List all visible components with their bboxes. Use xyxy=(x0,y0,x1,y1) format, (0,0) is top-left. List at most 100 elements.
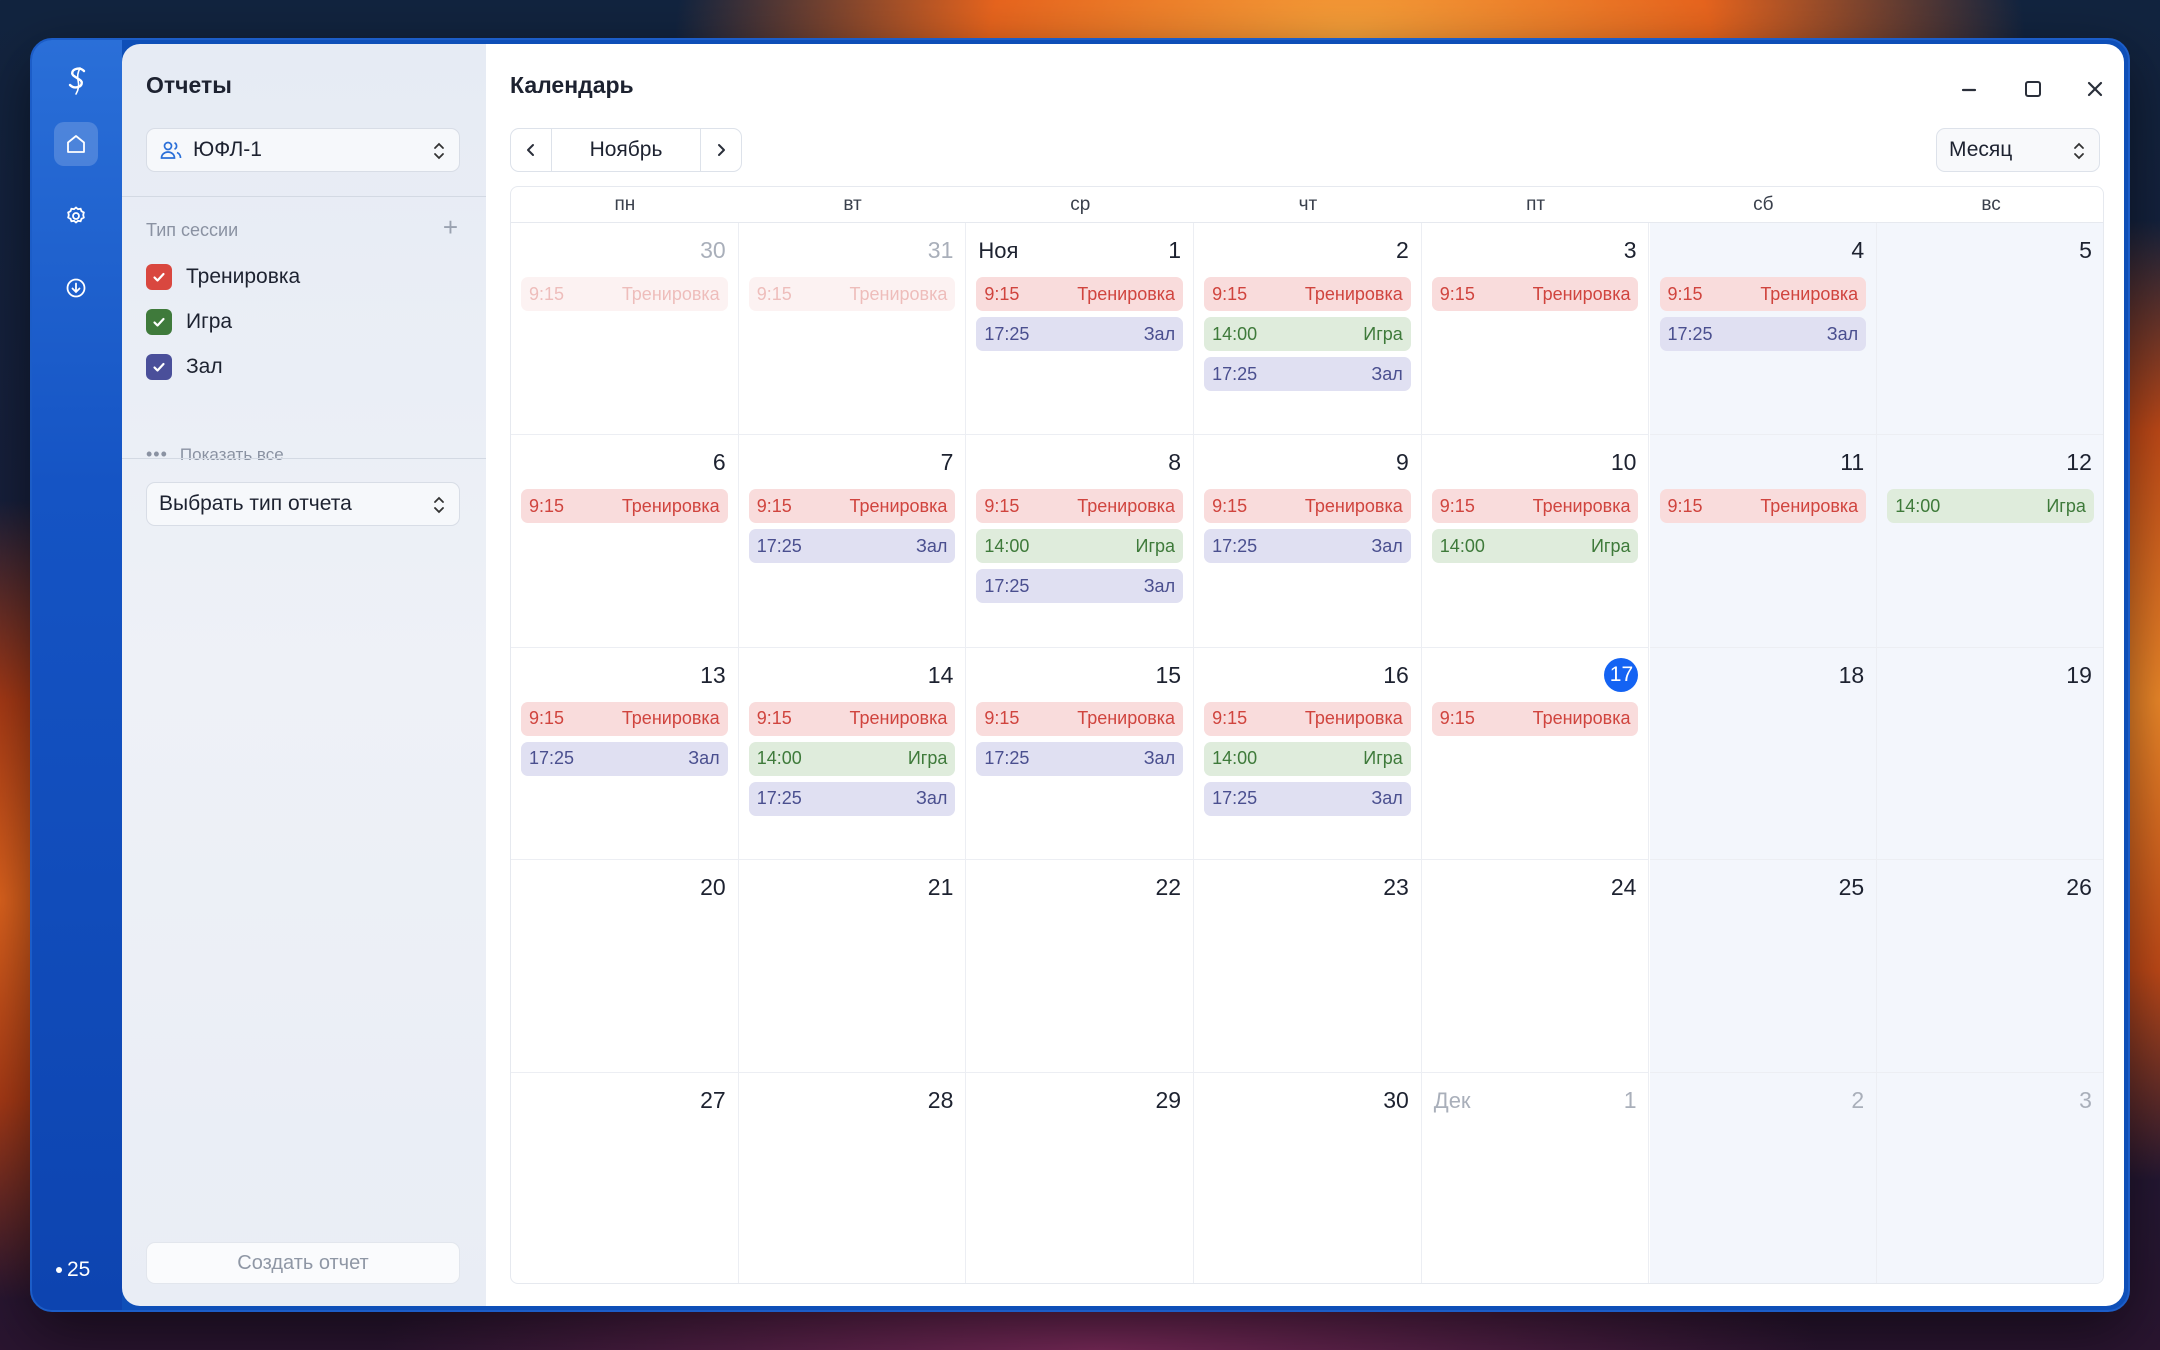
day-cell[interactable]: 9 9:15 Тренировка 17:25 Зал xyxy=(1194,435,1422,648)
event-chip[interactable]: 14:00 Игра xyxy=(976,529,1184,564)
day-cell[interactable]: 2 xyxy=(1649,1072,1878,1283)
create-report-button[interactable]: Создать отчет xyxy=(146,1242,460,1284)
day-cell[interactable]: Дек 1 xyxy=(1422,1072,1650,1283)
day-cell[interactable]: 5 xyxy=(1877,223,2103,436)
day-cell[interactable]: 11 9:15 Тренировка xyxy=(1649,435,1878,648)
event-chip[interactable]: 9:15 Тренировка xyxy=(976,489,1184,524)
show-all-button[interactable]: ••• Показать все xyxy=(146,444,284,465)
event-chip[interactable]: 9:15 Тренировка xyxy=(521,701,728,736)
event-chip[interactable]: 9:15 Тренировка xyxy=(748,489,956,524)
day-cell[interactable]: 10 9:15 Тренировка 14:00 Игра xyxy=(1421,435,1650,648)
day-cell[interactable]: 3 xyxy=(1877,1072,2103,1283)
day-cell[interactable]: 19 xyxy=(1877,647,2103,861)
day-cell[interactable]: 22 xyxy=(966,860,1195,1073)
event-chip[interactable]: 9:15 Тренировка xyxy=(748,701,956,736)
event-chip[interactable]: 9:15 Тренировка xyxy=(1659,277,1867,311)
event-chip[interactable]: 14:00 Игра xyxy=(748,741,956,776)
event-time: 17:25 xyxy=(1212,788,1258,809)
event-chip[interactable]: 17:25 Зал xyxy=(1204,529,1411,564)
close-icon[interactable] xyxy=(2078,72,2112,106)
day-cell[interactable]: 3 9:15 Тренировка xyxy=(1421,223,1650,436)
event-chip[interactable]: 9:15 Тренировка xyxy=(976,701,1184,736)
day-cell[interactable]: 27 xyxy=(511,1072,739,1283)
event-chip[interactable]: 9:15 Тренировка xyxy=(521,489,728,524)
filter-game[interactable]: Игра xyxy=(146,309,232,335)
day-cell[interactable]: 13 9:15 Тренировка 17:25 Зал xyxy=(511,647,739,861)
add-session-type-button[interactable]: + xyxy=(443,214,458,240)
event-chip[interactable]: 14:00 Игра xyxy=(1431,529,1639,564)
event-title: Тренировка xyxy=(1077,283,1176,304)
event-chip[interactable]: 17:25 Зал xyxy=(976,569,1184,604)
day-cell[interactable]: 29 xyxy=(966,1072,1195,1283)
maximize-icon[interactable] xyxy=(2016,72,2050,106)
checkbox-checked-icon[interactable] xyxy=(146,264,172,290)
event-chip[interactable]: 9:15 Тренировка xyxy=(1204,701,1411,736)
event-chip[interactable]: 9:15 Тренировка xyxy=(521,277,728,311)
day-cell[interactable]: 8 9:15 Тренировка 14:00 Игра 17:25 Зал xyxy=(966,435,1195,648)
report-type-select[interactable]: Выбрать тип отчета xyxy=(146,482,460,526)
day-cell[interactable]: 14 9:15 Тренировка 14:00 Игра 17:25 Зал xyxy=(738,647,967,861)
event-time: 9:15 xyxy=(1667,283,1703,304)
team-select[interactable]: ЮФЛ-1 xyxy=(146,128,460,172)
day-cell[interactable]: 16 9:15 Тренировка 14:00 Игра 17:25 Зал xyxy=(1194,647,1422,861)
event-chip[interactable]: 9:15 Тренировка xyxy=(976,277,1184,311)
event-time: 14:00 xyxy=(984,535,1030,556)
event-chip[interactable]: 17:25 Зал xyxy=(521,741,728,776)
event-chip[interactable]: 14:00 Игра xyxy=(1887,489,2094,524)
day-cell[interactable]: 24 xyxy=(1421,860,1650,1073)
download-icon[interactable] xyxy=(54,266,98,310)
event-title: Тренировка xyxy=(1304,708,1403,729)
day-cell[interactable]: 15 9:15 Тренировка 17:25 Зал xyxy=(966,647,1195,861)
event-chip[interactable]: 9:15 Тренировка xyxy=(1431,277,1639,311)
day-cell[interactable]: 30 9:15 Тренировка xyxy=(511,223,739,436)
checkbox-checked-icon[interactable] xyxy=(146,354,172,380)
day-cell[interactable]: 31 9:15 Тренировка xyxy=(738,223,967,436)
checkbox-checked-icon[interactable] xyxy=(146,309,172,335)
event-chip[interactable]: 14:00 Игра xyxy=(1204,741,1411,776)
day-cell[interactable]: 12 14:00 Игра xyxy=(1877,435,2103,648)
filter-label: Зал xyxy=(186,355,223,378)
event-chip[interactable]: 9:15 Тренировка xyxy=(1659,489,1867,524)
event-chip[interactable]: 9:15 Тренировка xyxy=(1204,277,1411,311)
current-month-label[interactable]: Ноябрь xyxy=(551,129,701,171)
event-chip[interactable]: 9:15 Тренировка xyxy=(1431,489,1639,524)
event-chip[interactable]: 14:00 Игра xyxy=(1204,317,1411,351)
day-cell[interactable]: 26 xyxy=(1877,860,2103,1073)
event-chip[interactable]: 9:15 Тренировка xyxy=(748,277,956,311)
day-cell[interactable]: 21 xyxy=(738,860,967,1073)
settings-gear-icon[interactable] xyxy=(54,194,98,238)
day-cell[interactable]: 28 xyxy=(739,1072,967,1283)
day-cell[interactable]: 23 xyxy=(1194,860,1422,1073)
filter-gym[interactable]: Зал xyxy=(146,354,223,380)
day-cell[interactable]: 30 xyxy=(1194,1072,1422,1283)
event-chip[interactable]: 17:25 Зал xyxy=(748,781,956,816)
day-cell[interactable]: 6 9:15 Тренировка xyxy=(511,435,739,648)
day-cell[interactable]: 18 xyxy=(1649,647,1878,861)
event-title: Тренировка xyxy=(621,283,720,304)
event-chip[interactable]: 17:25 Зал xyxy=(976,317,1184,351)
chevron-right-icon[interactable] xyxy=(701,129,741,171)
view-mode-select[interactable]: Месяц xyxy=(1936,128,2100,172)
day-cell[interactable]: 25 xyxy=(1649,860,1878,1073)
event-chip[interactable]: 17:25 Зал xyxy=(1204,781,1411,816)
day-cell[interactable]: 7 9:15 Тренировка 17:25 Зал xyxy=(738,435,967,648)
day-cell[interactable]: 4 9:15 Тренировка 17:25 Зал xyxy=(1649,223,1878,436)
chevron-left-icon[interactable] xyxy=(511,129,551,171)
minimize-icon[interactable] xyxy=(1952,72,1986,106)
event-chip[interactable]: 17:25 Зал xyxy=(748,529,956,564)
event-time: 17:25 xyxy=(1667,323,1713,344)
day-cell[interactable]: 17 9:15 Тренировка xyxy=(1421,647,1650,861)
event-chip[interactable]: 9:15 Тренировка xyxy=(1204,489,1411,524)
day-cell[interactable]: Ноя 1 9:15 Тренировка 17:25 Зал xyxy=(966,223,1195,436)
day-cell[interactable]: 20 xyxy=(511,860,739,1073)
event-title: Тренировка xyxy=(1077,708,1176,729)
weekday-label: сб xyxy=(1753,194,1774,215)
event-chip[interactable]: 17:25 Зал xyxy=(976,741,1184,776)
event-chip[interactable]: 17:25 Зал xyxy=(1659,317,1867,351)
event-chip[interactable]: 9:15 Тренировка xyxy=(1431,701,1639,736)
event-time: 9:15 xyxy=(529,495,565,516)
day-cell[interactable]: 2 9:15 Тренировка 14:00 Игра 17:25 Зал xyxy=(1194,223,1422,436)
filter-training[interactable]: Тренировка xyxy=(146,264,300,290)
event-chip[interactable]: 17:25 Зал xyxy=(1204,357,1411,391)
home-icon[interactable] xyxy=(54,122,98,166)
